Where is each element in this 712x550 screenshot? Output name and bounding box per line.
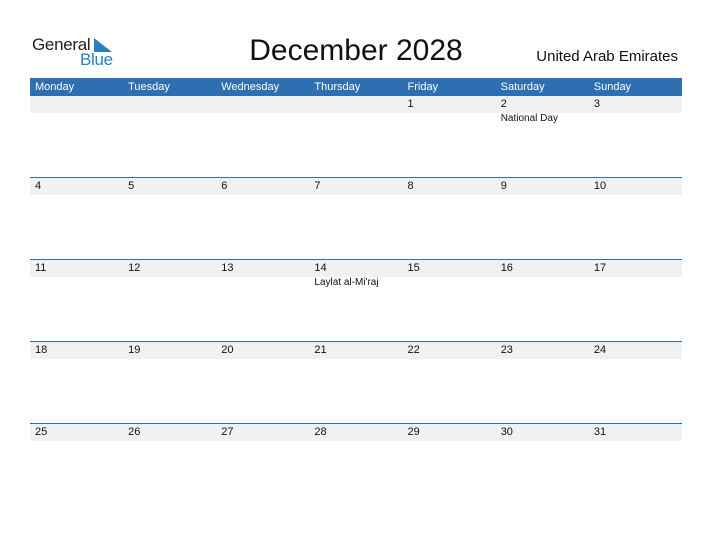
day-number: 23: [500, 344, 513, 356]
day-cell: 25: [30, 424, 123, 505]
weekday-thursday: Thursday: [314, 81, 361, 93]
week-row: 11 12 13 14 Laylat al-Mi'raj 15 16 17: [30, 259, 682, 341]
weekday-friday: Friday: [407, 81, 439, 93]
day-number: 14: [314, 262, 327, 274]
day-cell: 10: [589, 178, 682, 259]
day-number: 7: [314, 180, 321, 192]
day-number: 29: [407, 426, 420, 438]
day-cell: 8: [403, 178, 496, 259]
day-cell: 16: [496, 260, 589, 341]
weekday-tuesday: Tuesday: [128, 81, 170, 93]
day-number: 3: [593, 98, 600, 110]
day-number: 21: [314, 344, 327, 356]
day-cell: [216, 96, 309, 177]
day-cell: 4: [30, 178, 123, 259]
day-cell: 24: [589, 342, 682, 423]
day-number: 26: [128, 426, 141, 438]
week-row: 18 19 20 21 22 23 24: [30, 341, 682, 423]
day-cell: 1: [403, 96, 496, 177]
day-cell: 6: [216, 178, 309, 259]
day-number: 9: [500, 180, 507, 192]
day-cell: 19: [123, 342, 216, 423]
week-row: 25 26 27 28 29 30 31: [30, 423, 682, 505]
day-cell: 15: [403, 260, 496, 341]
day-cell: 18: [30, 342, 123, 423]
day-number: 15: [407, 262, 420, 274]
calendar-grid: Monday Tuesday Wednesday Thursday Friday…: [30, 78, 682, 505]
day-cell: 21: [309, 342, 402, 423]
day-number: 17: [593, 262, 607, 274]
day-cell: 9: [496, 178, 589, 259]
day-number: 12: [128, 262, 141, 274]
day-cell: 30: [496, 424, 589, 505]
week-row: 1 2 National Day 3: [30, 96, 682, 177]
day-cell: 11: [30, 260, 123, 341]
day-cell: 28: [309, 424, 402, 505]
day-cell: 23: [496, 342, 589, 423]
day-cell: 7: [309, 178, 402, 259]
day-number: 25: [35, 426, 48, 438]
day-number: 22: [407, 344, 420, 356]
day-cell: 14 Laylat al-Mi'raj: [309, 260, 402, 341]
day-cell: 26: [123, 424, 216, 505]
day-cell: [123, 96, 216, 177]
holiday-label: Laylat al-Mi'raj: [314, 277, 379, 288]
day-number: 28: [314, 426, 327, 438]
day-number: 30: [500, 426, 513, 438]
holiday-label: National Day: [500, 113, 558, 124]
day-cell: 29: [403, 424, 496, 505]
day-number: 2: [500, 98, 507, 110]
day-cell: [309, 96, 402, 177]
day-cell: 22: [403, 342, 496, 423]
day-number: 19: [128, 344, 141, 356]
day-cell: 27: [216, 424, 309, 505]
day-number: 16: [500, 262, 513, 274]
weekday-monday: Monday: [35, 81, 75, 93]
day-cell: 31: [589, 424, 682, 505]
week-row: 4 5 6 7 8 9 10: [30, 177, 682, 259]
day-number: 6: [221, 180, 228, 192]
day-cell: 12: [123, 260, 216, 341]
day-cell: 5: [123, 178, 216, 259]
day-number: 8: [407, 180, 414, 192]
day-cell: 2 National Day: [496, 96, 589, 177]
weekday-header: Monday Tuesday Wednesday Thursday Friday…: [30, 78, 682, 96]
day-number: 18: [35, 344, 48, 356]
day-number: 24: [593, 344, 607, 356]
day-cell: 20: [216, 342, 309, 423]
day-number: 10: [593, 180, 607, 192]
day-cell: 17: [589, 260, 682, 341]
day-cell: 3: [589, 96, 682, 177]
day-number: 31: [593, 426, 607, 438]
day-number: 20: [221, 344, 234, 356]
country-label: United Arab Emirates: [536, 48, 678, 65]
day-number: 1: [407, 98, 414, 110]
weekday-sunday: Sunday: [593, 81, 632, 93]
day-number: 27: [221, 426, 234, 438]
weekday-wednesday: Wednesday: [221, 81, 280, 93]
day-cell: 13: [216, 260, 309, 341]
day-number: 4: [35, 180, 42, 192]
day-number: 5: [128, 180, 135, 192]
weekday-saturday: Saturday: [500, 81, 545, 93]
day-number: 11: [35, 262, 47, 274]
day-cell: [30, 96, 123, 177]
day-number: 13: [221, 262, 234, 274]
